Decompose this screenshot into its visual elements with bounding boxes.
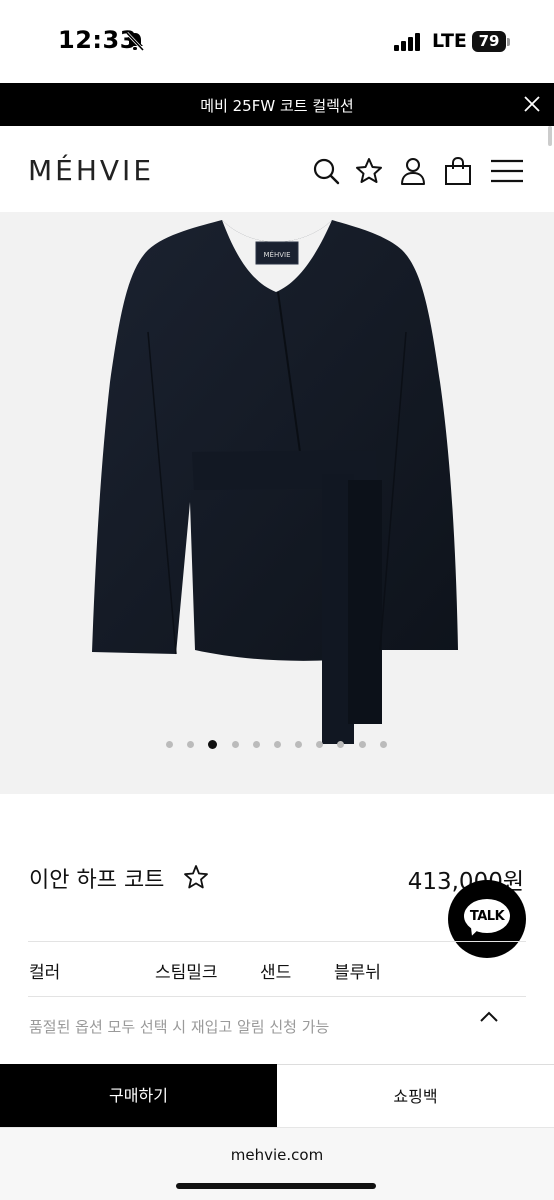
battery-indicator: 79 [472,31,506,52]
buy-button[interactable]: 구매하기 [0,1064,277,1127]
add-to-bag-button[interactable]: 쇼핑백 [277,1064,554,1127]
promo-banner-text[interactable]: 메비 25FW 코트 컬렉션 [0,95,554,116]
battery-tip [507,38,510,46]
carousel-dot[interactable] [166,741,173,748]
carousel-dot[interactable] [232,741,239,748]
carousel-dot[interactable] [380,741,387,748]
carousel-dot-active[interactable] [208,740,217,749]
status-bar: 12:33 LTE 79 [0,0,554,83]
jacket-image: MÉHVIE [92,220,458,744]
carousel-dot[interactable] [253,741,260,748]
site-header: MÉHVIE [0,126,554,212]
chevron-up-icon[interactable] [478,1006,500,1028]
talk-label: TALK [469,909,505,924]
star-icon[interactable] [354,156,384,186]
carousel-dot[interactable] [187,741,194,748]
chat-bubble-tail [466,922,482,938]
scroll-indicator [548,126,552,146]
divider [28,941,526,942]
promo-banner[interactable]: 메비 25FW 코트 컬렉션 [0,83,554,126]
bell-slash-icon [125,31,145,52]
favorite-star-icon[interactable] [183,864,209,890]
garment-label: MÉHVIE [263,250,290,259]
browser-address-bar[interactable]: mehvie.com [0,1127,554,1200]
carousel-dot[interactable] [274,741,281,748]
network-label: LTE [432,30,467,52]
signal-icon [394,33,420,51]
product-name: 이안 하프 코트 [29,868,165,893]
color-option-label: 컬러 [29,963,61,983]
divider [28,996,526,997]
search-icon[interactable] [311,156,341,186]
user-icon[interactable] [398,156,428,186]
image-carousel-dots[interactable] [0,740,554,750]
restock-notice: 품절된 옵션 모두 선택 시 재입고 알림 신청 가능 [29,1018,330,1036]
home-indicator [176,1183,376,1189]
talk-chat-button[interactable]: TALK [448,880,526,958]
close-icon[interactable] [522,94,542,114]
brand-logo[interactable]: MÉHVIE [28,154,154,187]
url-text[interactable]: mehvie.com [0,1146,554,1164]
color-option-sand[interactable]: 샌드 [260,958,291,983]
menu-icon[interactable] [490,156,524,186]
product-image[interactable]: MÉHVIE [0,212,554,794]
carousel-dot[interactable] [359,741,366,748]
shopping-bag-icon[interactable] [443,156,473,186]
carousel-dot[interactable] [295,741,302,748]
carousel-dot[interactable] [337,741,344,748]
color-option-blue[interactable]: 블루뉘 [334,958,381,983]
carousel-dot[interactable] [316,741,323,748]
color-option-steam-milk[interactable]: 스팀밀크 [155,958,218,983]
